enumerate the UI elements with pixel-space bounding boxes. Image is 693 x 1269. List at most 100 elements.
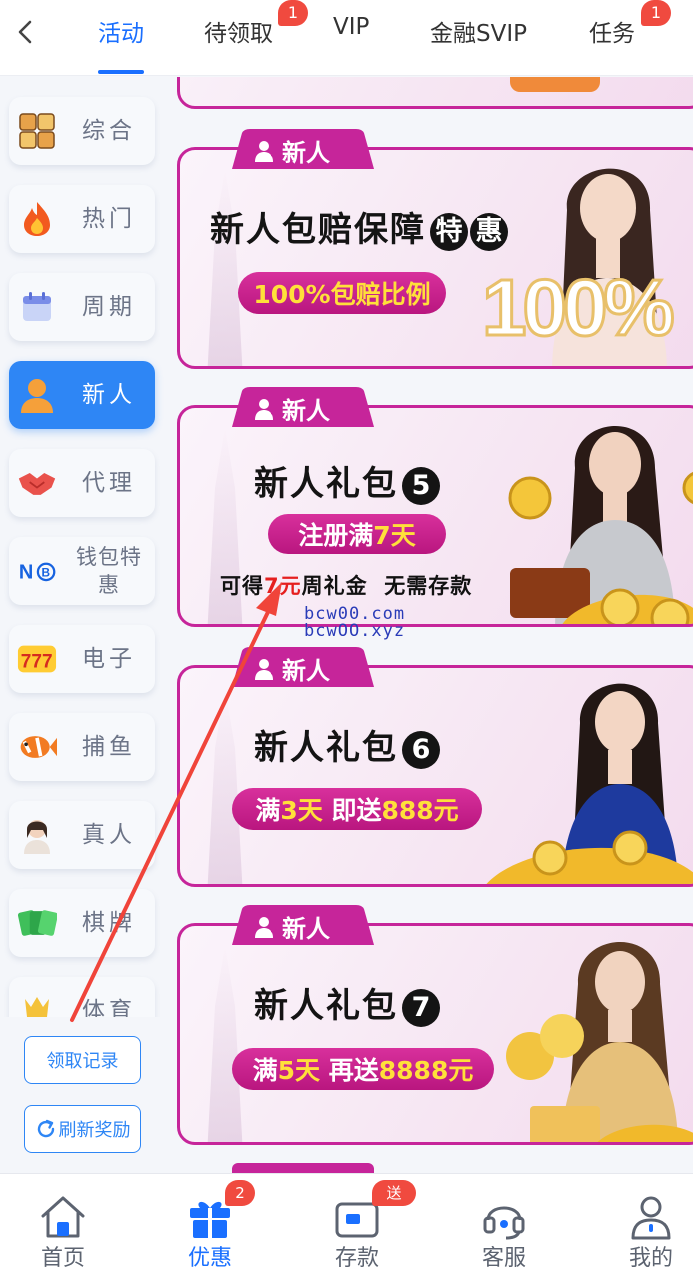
sidebar-item-label: 代理 [82,470,136,496]
sidebar-item-agent[interactable]: 代理 [9,449,155,517]
newcomer-tag: 新人 [232,129,374,169]
home-icon [41,1196,85,1238]
tab-label: VIP [333,14,370,40]
claim-history-button[interactable]: 领取记录 [24,1036,141,1084]
promo-pill: 满 3天 即送 888元 [232,788,482,830]
sidebar-item-label: 综合 [82,118,136,144]
sidebar-item-label: 体育 [82,998,136,1017]
nav-label: 客服 [481,1246,526,1269]
promo-pill-text: 100%包赔比例 [253,280,431,309]
promo-pill: 满 5天 再送 8888元 [232,1048,494,1090]
top-tab-bar: 活动 待领取 1 VIP 金融SVIP 任务 1 [0,0,693,76]
promo-title: 新人礼包 6 [254,720,440,769]
sidebar-item-label: 热门 [82,206,136,232]
sidebar-item-board-games[interactable]: 棋牌 [9,889,155,957]
refresh-rewards-button[interactable]: 刷新奖励 [24,1105,141,1153]
tower-background-image [207,688,243,884]
newcomer-tag: 新人 [232,387,374,427]
person-icon [17,375,57,415]
sidebar-item-label: 钱包特惠 [76,545,142,597]
sidebar-item-wallet-deals[interactable]: N B 钱包特惠 [9,537,155,605]
trophy-icon [17,991,57,1017]
claim-history-label: 领取记录 [46,1051,119,1071]
dealer-icon [17,815,57,855]
promo-number-badge: 7 [402,988,440,1027]
promo-number-badge: 6 [402,730,440,769]
tab-label: 任务 [589,21,635,47]
tab-label: 待领取 [204,21,273,47]
gold-coins-image [486,830,693,884]
promo-pill-text: 满 [252,1056,278,1085]
sidebar-item-slots[interactable]: 777 电子 [9,625,155,693]
slot-777-icon: 777 [17,639,57,679]
tab-vip[interactable]: VIP [333,14,369,54]
nav-profile[interactable]: 我的 [590,1174,693,1269]
newcomer-tag-label: 新人 [282,657,330,685]
promo-pill-highlight: 8888元 [378,1056,474,1085]
promo-card-newcomer-pack-5[interactable]: 新人礼包 5 注册满 7天 可得7元周礼金 无需存款 [177,405,693,627]
handshake-icon [17,463,57,503]
promotion-list: 新人包赔保障特惠 100%包赔比例 100% 新人 新人礼包 5 注册满 7天 … [168,77,693,1173]
promo-title-badge: 惠 [470,212,508,251]
promo-title-badge: 特 [430,212,468,251]
next-card-tag-partial [232,1163,374,1173]
active-tab-indicator [98,70,144,74]
newcomer-tag-label: 新人 [282,915,330,943]
tab-finance-svip[interactable]: 金融SVIP [430,14,527,54]
sidebar-item-label: 电子 [82,646,136,672]
promo-card-newcomer-guarantee[interactable]: 新人包赔保障特惠 100%包赔比例 100% [177,147,693,369]
promo-description-highlight: 7元 [264,574,302,598]
sidebar-item-comprehensive[interactable]: 综合 [9,97,155,165]
nav-promotions[interactable]: 2 优惠 [149,1174,269,1269]
promo-title: 新人礼包 5 [254,456,440,505]
sidebar-item-label: 真人 [82,822,136,848]
promo-pill-highlight: 7天 [373,521,416,550]
promo-pill-text: 注册满 [298,521,374,550]
newcomer-tag-label: 新人 [282,397,330,425]
promo-description-text: 周礼金 无需存款 [301,574,473,598]
back-button[interactable] [8,14,44,50]
big-100-percent-text: 100% [481,262,677,354]
tab-pending[interactable]: 待领取 1 [204,0,308,54]
flame-icon [17,199,57,239]
promo-title-text: 新人礼包 [254,464,398,504]
nav-label: 优惠 [187,1246,232,1269]
svg-text:N: N [19,561,33,583]
nav-deposit[interactable]: 送5% 存款 [296,1174,416,1269]
sidebar-item-newcomer[interactable]: 新人 [9,361,155,429]
promo-card-newcomer-pack-6[interactable]: 新人礼包 6 满 3天 即送 888元 [177,665,693,887]
sidebar-item-periodic[interactable]: 周期 [9,273,155,341]
nav-home[interactable]: 首页 [2,1174,122,1269]
user-plus-icon [255,398,277,420]
promo-card-partial-top[interactable] [177,77,693,109]
promo-card-newcomer-pack-7[interactable]: 新人礼包 7 满 5天 再送 8888元 [177,923,693,1145]
nav-label: 存款 [334,1246,379,1269]
sidebar-item-label: 新人 [82,382,136,408]
tab-activity[interactable]: 活动 [98,14,144,54]
newcomer-tag: 新人 [232,905,374,945]
sidebar-item-fishing[interactable]: 捕鱼 [9,713,155,781]
app-root: 活动 待领取 1 VIP 金融SVIP 任务 1 综合 热门 周期 新人 代理 … [0,0,693,1269]
tab-tasks[interactable]: 任务 1 [589,0,671,54]
promo-pill-text: 再送 [320,1056,379,1085]
sidebar-item-sports[interactable]: 体育 [9,977,155,1017]
refresh-icon [37,1119,54,1138]
nav-label: 我的 [628,1246,673,1269]
poker-icon [17,903,57,943]
promo-pill-highlight: 5天 [277,1056,321,1085]
watermark-line: bcwOO.xyz [304,621,406,641]
chevron-left-icon [18,20,32,44]
svg-text:777: 777 [21,652,53,673]
headset-icon [483,1206,525,1240]
promo-pill-highlight: 888元 [381,796,459,825]
fish-icon [17,727,57,767]
sidebar-item-live[interactable]: 真人 [9,801,155,869]
category-sidebar: 综合 热门 周期 新人 代理 N B 钱包特惠 777 电子 捕鱼 真人 棋牌 … [0,77,168,1017]
sidebar-item-hot[interactable]: 热门 [9,185,155,253]
promo-description: 可得7元周礼金 无需存款 [220,570,472,600]
promo-pill-highlight: 3天 [280,796,323,825]
tower-background-image [207,946,243,1142]
bottom-nav-bar: 首页 2 优惠 送5% 存款 客服 我的 [0,1173,693,1269]
nav-support[interactable]: 客服 [443,1174,563,1269]
tab-badge: 1 [278,0,308,26]
